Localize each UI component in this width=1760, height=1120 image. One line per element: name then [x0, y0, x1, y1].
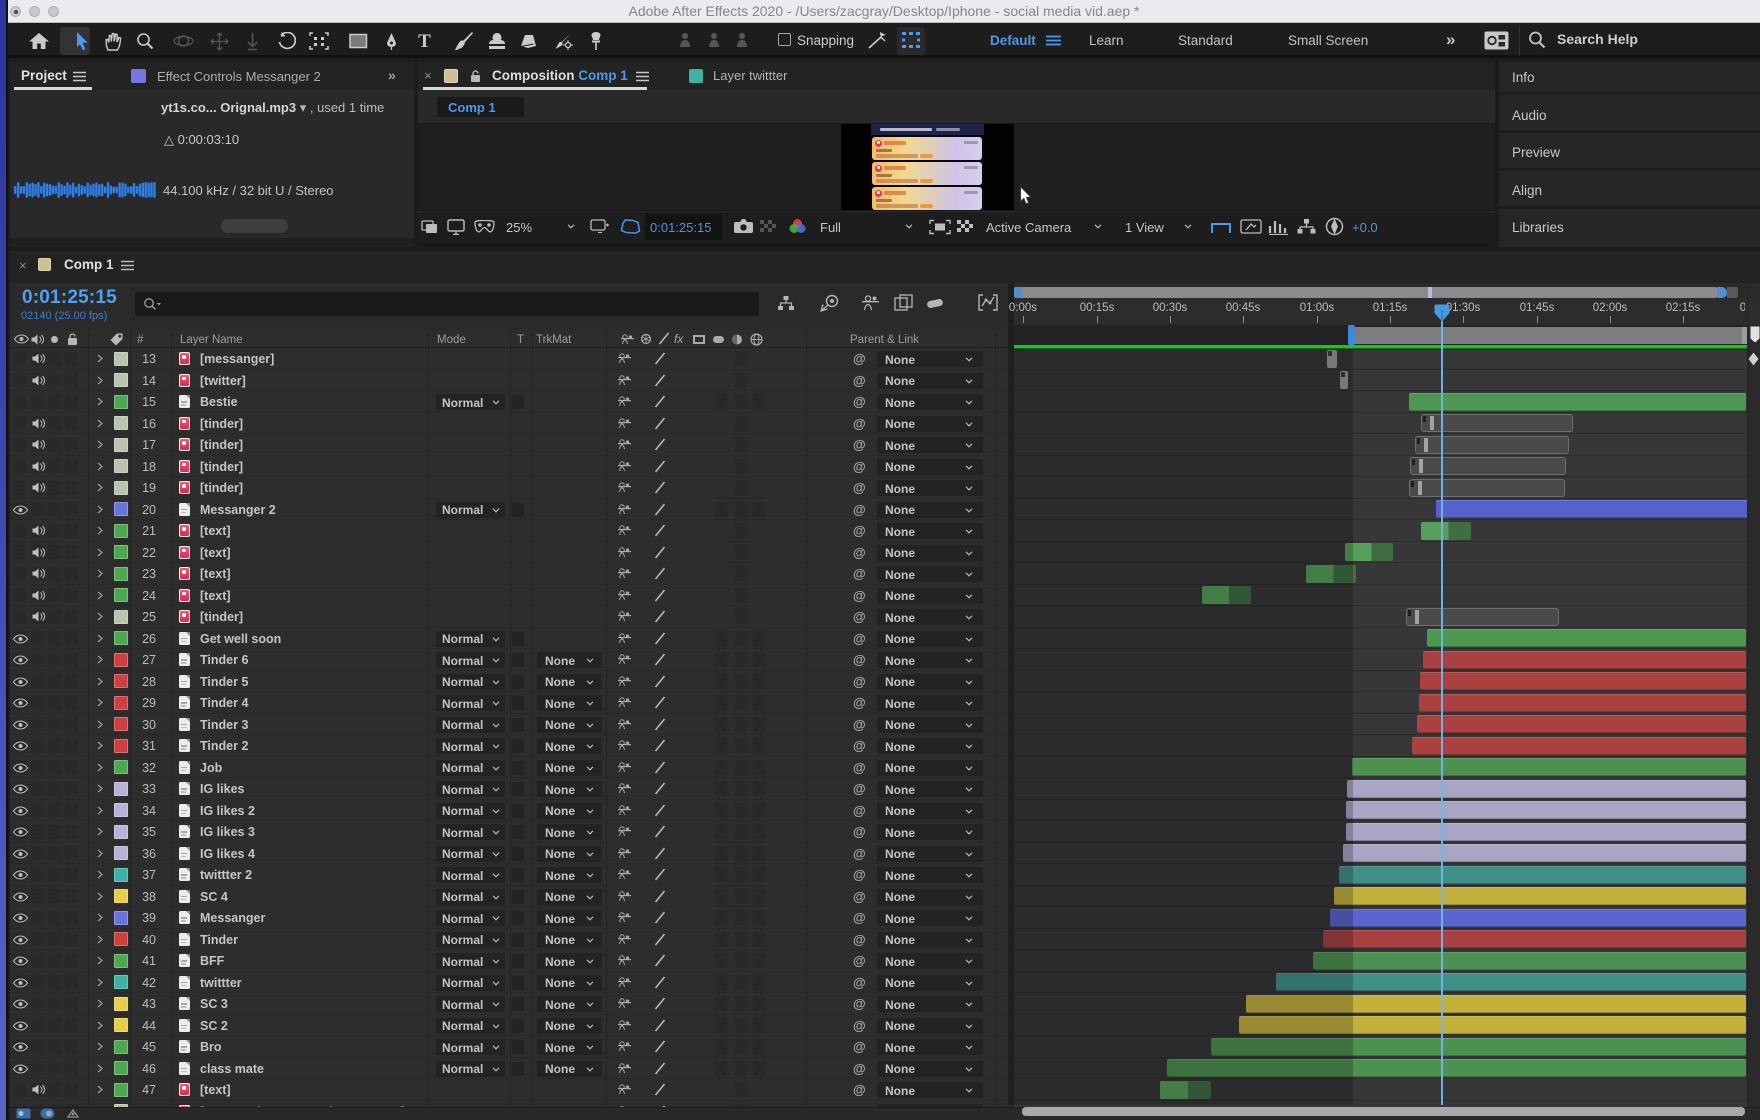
svg-text:T: T — [418, 32, 431, 50]
